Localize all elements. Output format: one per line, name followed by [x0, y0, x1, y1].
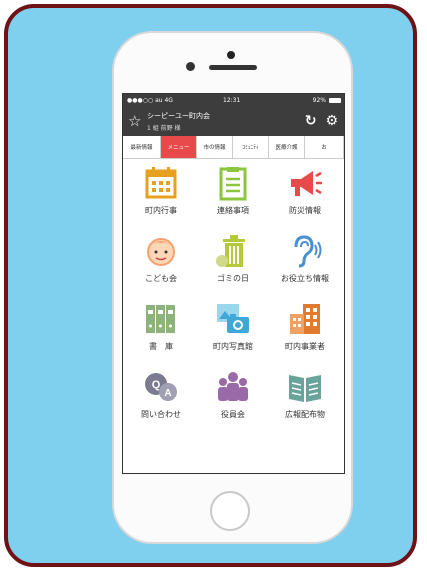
outer-frame: ●●●○○ au 4G 12:31 92% ☆ シーピーユー町内会 1 組 前野…: [4, 4, 417, 567]
menu-item-label: 町内写真館: [213, 342, 253, 351]
menu-item-label: こども会: [145, 274, 177, 283]
megaphone-icon: [287, 165, 323, 201]
sensor-dot: [186, 62, 195, 71]
child-face-icon: [143, 233, 179, 269]
menu-item[interactable]: 町内事業者: [270, 301, 340, 363]
menu-item[interactable]: 町内行事: [126, 165, 196, 227]
clipboard-icon: [215, 165, 251, 201]
menu-item-label: お役立ち情報: [281, 274, 329, 283]
speaker-slot: [209, 65, 257, 70]
menu-item-label: ゴミの日: [217, 274, 249, 283]
phone-device: ●●●○○ au 4G 12:31 92% ☆ シーピーユー町内会 1 組 前野…: [112, 31, 353, 544]
menu-item[interactable]: ゴミの日: [198, 233, 268, 295]
tab-4[interactable]: 医療介護: [269, 136, 305, 158]
svg-text:Q: Q: [152, 379, 161, 391]
menu-item[interactable]: 連絡事項: [198, 165, 268, 227]
status-bar: ●●●○○ au 4G 12:31 92%: [123, 94, 344, 108]
menu-item-label: 町内行事: [145, 206, 177, 215]
tab-bar: 最新情報 メニュー 市の情報 ｺﾐｭﾆﾃｨ 医療介護お: [123, 136, 344, 159]
menu-item[interactable]: 役員会: [198, 369, 268, 431]
menu-item-label: 連絡事項: [217, 206, 249, 215]
battery-percent: 92%: [312, 97, 326, 104]
tab-0[interactable]: 最新情報: [123, 136, 161, 158]
menu-item-label: 問い合わせ: [141, 410, 181, 419]
clock-text: 12:31: [223, 97, 241, 104]
tab-1[interactable]: メニュー: [161, 136, 197, 158]
people-group-icon: [215, 369, 251, 405]
menu-item-label: 書 庫: [149, 342, 173, 351]
menu-item[interactable]: 広報配布物: [270, 369, 340, 431]
app-header: ☆ シーピーユー町内会 1 組 前野 様 ↻ ⚙: [123, 108, 344, 136]
menu-item[interactable]: Q A 問い合わせ: [126, 369, 196, 431]
open-book-icon: [287, 369, 323, 405]
binders-icon: [143, 301, 179, 337]
calendar-icon: [143, 165, 179, 201]
tab-3[interactable]: ｺﾐｭﾆﾃｨ: [233, 136, 269, 158]
menu-item-label: 広報配布物: [285, 410, 325, 419]
trash-can-icon: [215, 233, 251, 269]
menu-item-label: 役員会: [221, 410, 245, 419]
battery-icon: [329, 98, 341, 103]
ear-icon: [287, 233, 323, 269]
app-screen: ●●●○○ au 4G 12:31 92% ☆ シーピーユー町内会 1 組 前野…: [122, 93, 345, 474]
tab-5[interactable]: お: [305, 136, 344, 158]
app-title: シーピーユー町内会: [147, 112, 210, 120]
menu-item[interactable]: 防災情報: [270, 165, 340, 227]
menu-item-label: 町内事業者: [285, 342, 325, 351]
star-icon[interactable]: ☆: [128, 113, 141, 129]
tab-2[interactable]: 市の情報: [197, 136, 233, 158]
menu-item[interactable]: こども会: [126, 233, 196, 295]
menu-item[interactable]: 町内写真館: [198, 301, 268, 363]
menu-item[interactable]: 書 庫: [126, 301, 196, 363]
menu-item-label: 防災情報: [289, 206, 321, 215]
svg-text:A: A: [164, 388, 171, 399]
buildings-icon: [287, 301, 323, 337]
carrier-text: ●●●○○ au 4G: [127, 97, 173, 104]
camera-photo-icon: [215, 301, 251, 337]
gear-icon[interactable]: ⚙: [325, 113, 338, 129]
reload-icon[interactable]: ↻: [305, 113, 317, 129]
user-subtitle: 1 組 前野 様: [147, 125, 181, 132]
qa-bubbles-icon: QA: [143, 369, 179, 405]
camera-dot: [227, 51, 235, 59]
home-button[interactable]: [210, 491, 250, 531]
menu-item[interactable]: お役立ち情報: [270, 233, 340, 295]
